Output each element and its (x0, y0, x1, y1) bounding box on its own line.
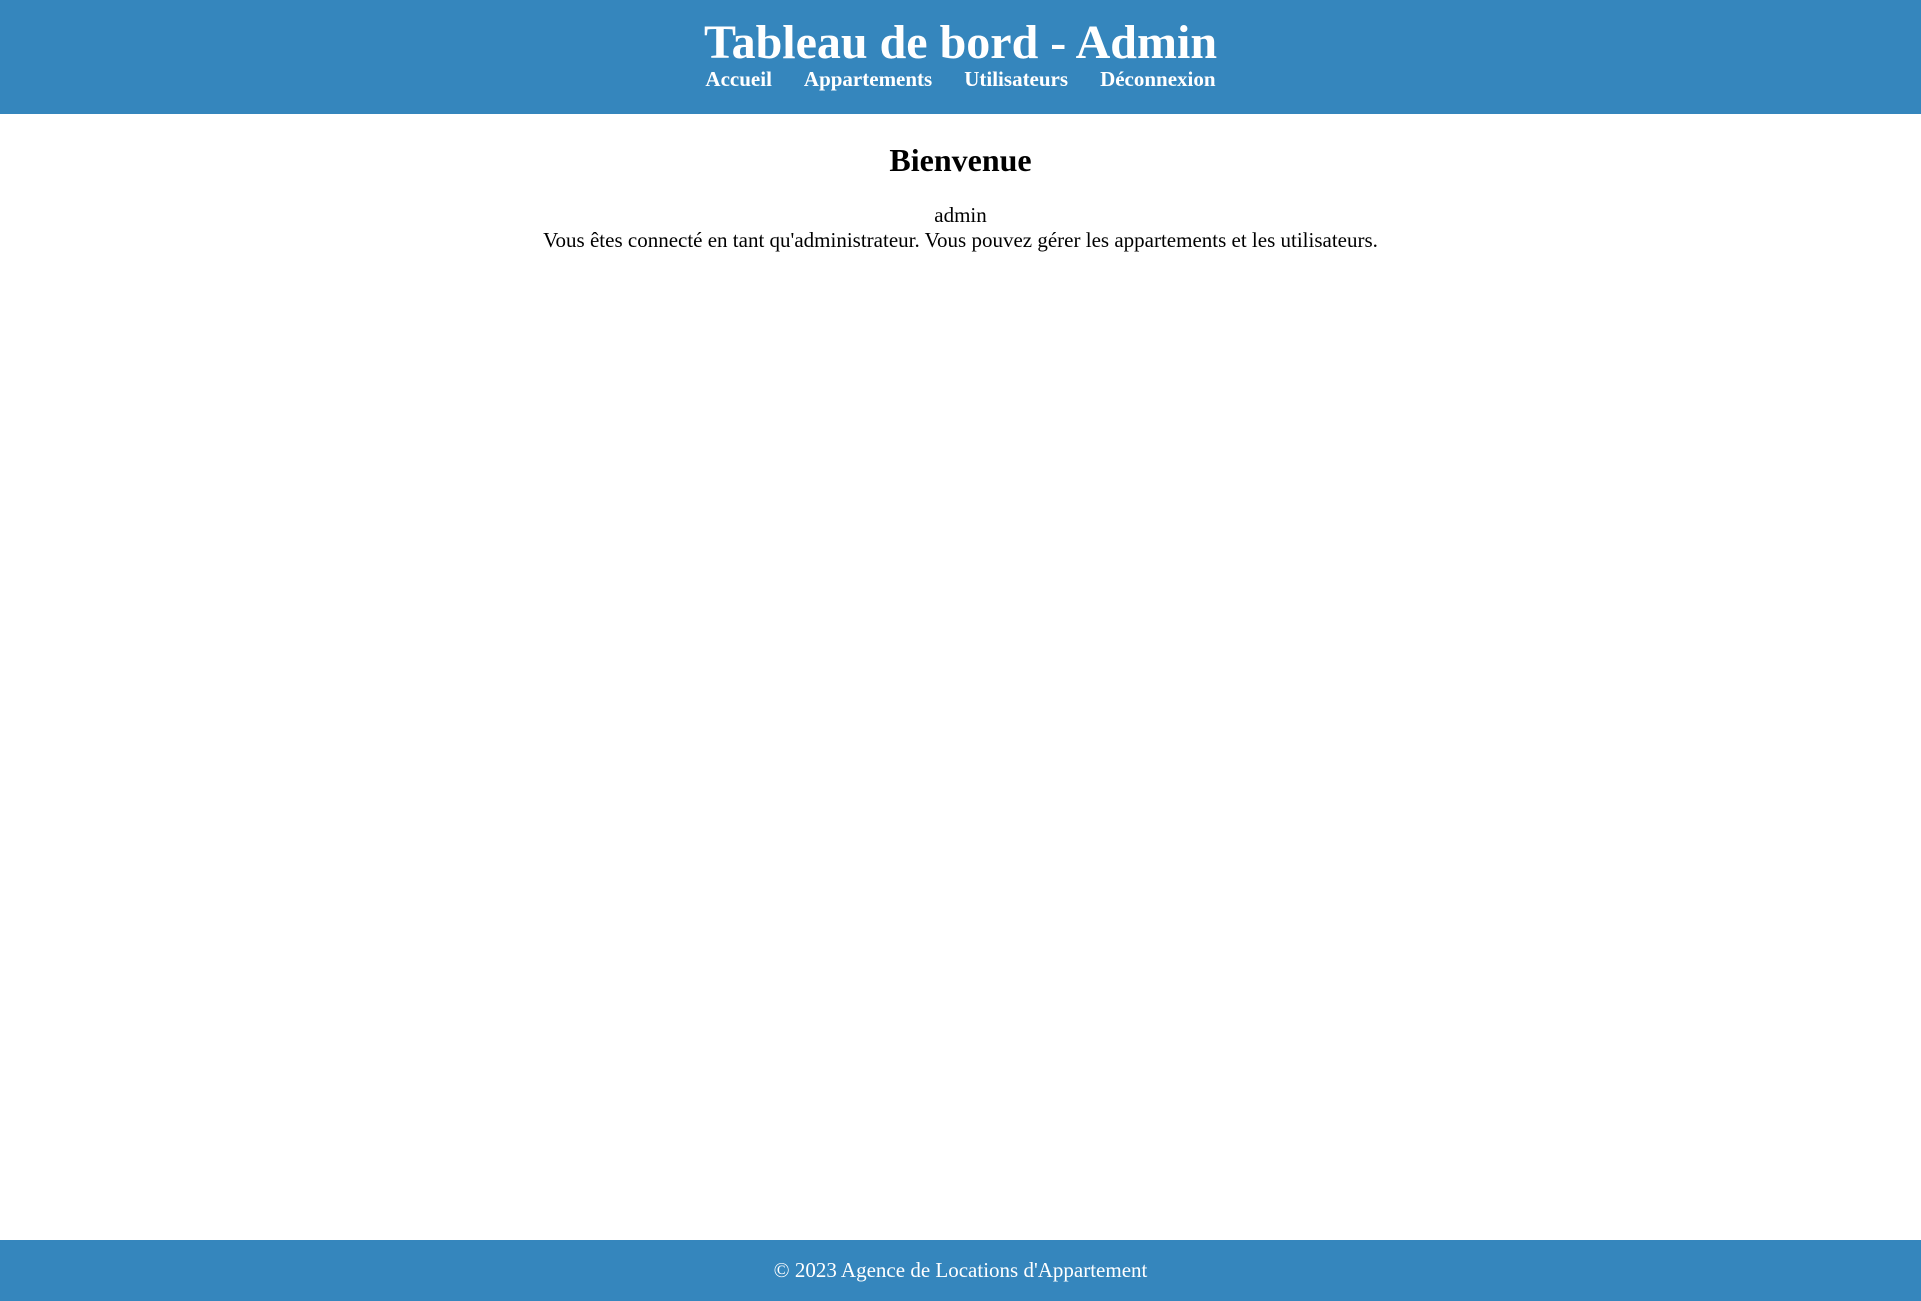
site-header: Tableau de bord - Admin Accueil Appartem… (0, 0, 1921, 114)
welcome-message: Vous êtes connecté en tant qu'administra… (543, 228, 1378, 252)
site-footer: © 2023 Agence de Locations d'Appartement (0, 1240, 1921, 1301)
page-title: Tableau de bord - Admin (703, 16, 1218, 69)
nav-link-utilisateurs[interactable]: Utilisateurs (964, 66, 1068, 92)
nav-link-appartements[interactable]: Appartements (804, 66, 932, 92)
main-nav: Accueil Appartements Utilisateurs Déconn… (0, 66, 1921, 92)
nav-link-deconnexion[interactable]: Déconnexion (1100, 66, 1216, 92)
nav-link-accueil[interactable]: Accueil (705, 66, 771, 92)
footer-copyright: © 2023 Agence de Locations d'Appartement (773, 1258, 1148, 1282)
current-username: admin (934, 203, 987, 227)
welcome-heading: Bienvenue (889, 142, 1032, 178)
